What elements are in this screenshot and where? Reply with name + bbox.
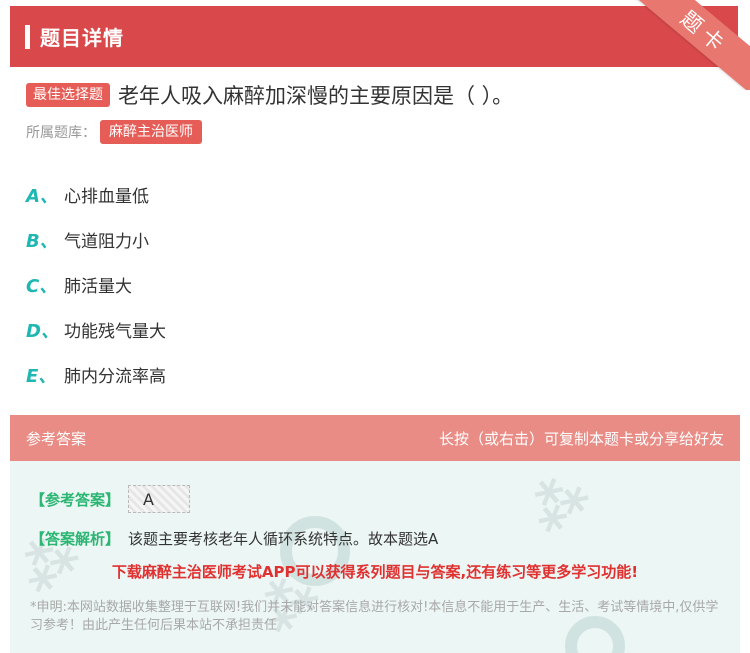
- share-hint: 长按（或右击）可复制本题卡或分享给好友: [438, 429, 724, 448]
- answer-analysis-text: 该题主要考核老年人循环系统特点。故本题选A: [128, 530, 439, 548]
- question-card-corner[interactable]: 题卡: [630, 0, 750, 90]
- disclaimer-text: *申明:本网站数据收集整理于互联网!我们并未能对答案信息进行核对!本信息不能用于…: [30, 600, 719, 633]
- option-letter: C、: [26, 275, 58, 297]
- question-bank-row: 所属题库： 麻醉主治医师: [26, 120, 202, 144]
- option-letter: B、: [26, 230, 58, 252]
- answer-section-title: 参考答案: [26, 429, 87, 448]
- option-text: 肺活量大: [64, 277, 132, 297]
- app-download-promo[interactable]: 下载麻醉主治医师考试APP可以获得系列题目与答案,还有练习等更多学习功能!: [10, 561, 740, 582]
- option-c[interactable]: C、 肺活量大: [26, 262, 166, 307]
- reference-answer-row: 【参考答案】 A: [30, 485, 191, 513]
- question-bank-label: 所属题库：: [26, 125, 96, 141]
- option-letter: E、: [26, 365, 57, 387]
- option-text: 气道阻力小: [64, 232, 149, 252]
- option-d[interactable]: D、 功能残气量大: [26, 307, 166, 352]
- reference-answer-label: 【参考答案】: [30, 490, 121, 509]
- answer-analysis-label: 【答案解析】: [30, 530, 121, 548]
- question-text: 老年人吸入麻醉加深慢的主要原因是（ ）。: [118, 84, 514, 108]
- option-letter: D、: [26, 320, 59, 342]
- reference-answer-value: A: [128, 485, 191, 513]
- answer-analysis-row: 【答案解析】 该题主要考核老年人循环系统特点。故本题选A: [30, 528, 438, 549]
- watermark: ⁂: [515, 461, 602, 547]
- option-text: 功能残气量大: [64, 322, 166, 342]
- option-b[interactable]: B、 气道阻力小: [26, 217, 166, 262]
- option-text: 肺内分流率高: [64, 367, 166, 387]
- option-text: 心排血量低: [64, 187, 149, 207]
- question-card-ribbon[interactable]: 题卡: [635, 0, 750, 90]
- header-accent-bar: [25, 24, 30, 49]
- option-letter: A、: [26, 185, 58, 207]
- question-bank-tag[interactable]: 麻醉主治医师: [100, 120, 202, 144]
- option-a[interactable]: A、 心排血量低: [26, 172, 166, 217]
- page-title: 题目详情: [40, 26, 124, 50]
- answer-section-header: 参考答案 长按（或右击）可复制本题卡或分享给好友: [10, 415, 740, 461]
- options-list: A、 心排血量低 B、 气道阻力小 C、 肺活量大 D、 功能残气量大 E、 肺…: [26, 172, 166, 397]
- page-header: 题目详情: [10, 6, 738, 67]
- option-e[interactable]: E、 肺内分流率高: [26, 352, 166, 397]
- question-type-badge: 最佳选择题: [26, 83, 110, 107]
- answer-section-body: ⁂ ⁂ ⁂ 【参考答案】 A 【答案解析】 该题主要考核老年人循环系统特点。故本…: [10, 461, 740, 653]
- question-row: 最佳选择题 老年人吸入麻醉加深慢的主要原因是（ ）。: [26, 80, 726, 110]
